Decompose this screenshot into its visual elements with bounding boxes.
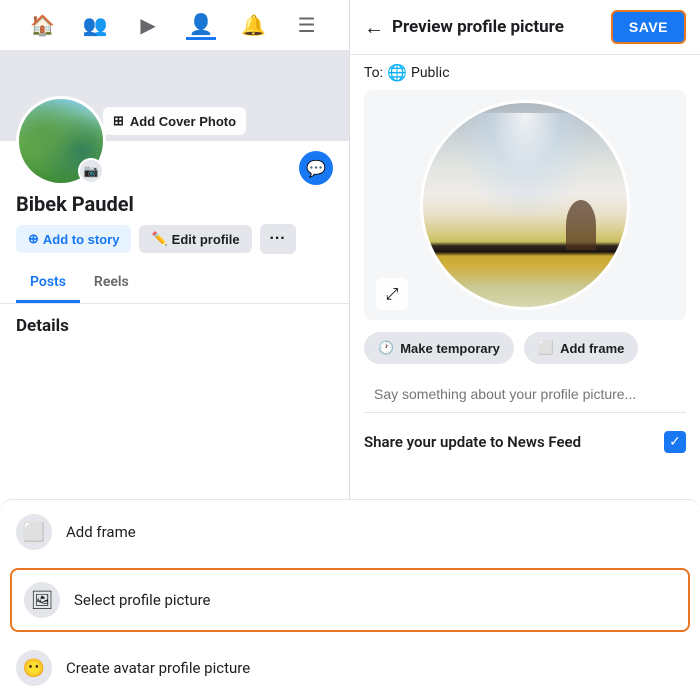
top-nav: 🏠 👥 ▶ 👤 🔔 ☰ bbox=[0, 0, 349, 51]
pencil-icon: ✏️ bbox=[151, 231, 167, 247]
clock-icon: 🕐 bbox=[378, 340, 394, 356]
news-feed-label: Share your update to News Feed bbox=[364, 433, 581, 451]
fountain-spray bbox=[464, 113, 586, 215]
people-silhouette bbox=[566, 200, 596, 250]
add-cover-icon: ⊞ bbox=[113, 113, 124, 129]
more-label: ··· bbox=[270, 230, 286, 247]
visibility-label: Public bbox=[411, 65, 450, 81]
header-left: ← Preview profile picture bbox=[364, 15, 564, 40]
news-feed-checkbox[interactable]: ✓ bbox=[664, 431, 686, 453]
menu-item-add-frame[interactable]: ⬜ Add frame bbox=[0, 500, 350, 564]
picture-icon: 🖼 bbox=[24, 582, 60, 618]
menu-item-select-picture[interactable]: 🖼 Select profile picture bbox=[10, 568, 350, 632]
circle-mask bbox=[420, 100, 630, 310]
more-button[interactable]: ··· bbox=[260, 224, 296, 254]
preview-title: Preview profile picture bbox=[392, 17, 564, 37]
profile-tabs: Posts Reels bbox=[0, 264, 349, 304]
crop-icon[interactable]: ⤢ bbox=[376, 278, 408, 310]
nav-bell-icon[interactable]: 🔔 bbox=[239, 10, 269, 40]
edit-profile-label: Edit profile bbox=[172, 232, 240, 247]
tab-posts[interactable]: Posts bbox=[16, 264, 80, 303]
add-frame-button[interactable]: ⬜ Add frame bbox=[524, 332, 638, 364]
profile-pic-wrapper: 📷 bbox=[16, 96, 106, 186]
camera-icon[interactable]: 📷 bbox=[78, 158, 104, 184]
add-cover-label: Add Cover Photo bbox=[130, 114, 236, 129]
make-temporary-label: Make temporary bbox=[400, 341, 500, 356]
globe-icon: 🌐 bbox=[387, 63, 407, 82]
back-button[interactable]: ← bbox=[364, 15, 384, 40]
details-section: Details bbox=[0, 304, 349, 342]
nav-profile-icon[interactable]: 👤 bbox=[186, 10, 216, 40]
frame-icon: ⬜ bbox=[16, 514, 52, 550]
create-avatar-label: Create avatar profile picture bbox=[66, 659, 250, 677]
nav-friends-icon[interactable]: 👥 bbox=[80, 10, 110, 40]
profile-actions: ⊕ Add to story ✏️ Edit profile ··· bbox=[16, 224, 333, 254]
frame-outline-icon: ⬜ bbox=[538, 340, 554, 356]
left-panel: 🏠 👥 ▶ 👤 🔔 ☰ ⊞ Add Cover Photo 📷 💬 Bibek … bbox=[0, 0, 350, 700]
audience-row: To: 🌐 Public bbox=[350, 55, 700, 90]
profile-name: Bibek Paudel bbox=[16, 192, 333, 216]
add-cover-button[interactable]: ⊞ Add Cover Photo bbox=[103, 107, 246, 135]
edit-profile-button[interactable]: ✏️ Edit profile bbox=[139, 225, 251, 253]
plus-circle-icon: ⊕ bbox=[28, 231, 39, 247]
action-buttons: 🕐 Make temporary ⬜ Add frame bbox=[350, 320, 700, 372]
select-picture-label: Select profile picture bbox=[74, 591, 211, 609]
add-story-label: Add to story bbox=[43, 232, 120, 247]
messenger-icon[interactable]: 💬 bbox=[299, 151, 333, 185]
nav-home-icon[interactable]: 🏠 bbox=[27, 10, 57, 40]
add-frame-label: Add frame bbox=[560, 341, 624, 356]
tab-reels[interactable]: Reels bbox=[80, 264, 143, 303]
caption-input[interactable] bbox=[364, 376, 686, 413]
nav-menu-icon[interactable]: ☰ bbox=[292, 10, 322, 40]
to-label: To: bbox=[364, 65, 383, 81]
add-frame-label: Add frame bbox=[66, 523, 136, 541]
make-temporary-button[interactable]: 🕐 Make temporary bbox=[364, 332, 514, 364]
profile-picture-preview: ⤢ bbox=[364, 90, 686, 320]
save-button[interactable]: SAVE bbox=[611, 10, 686, 44]
profile-area: 📷 💬 Bibek Paudel ⊕ Add to story ✏️ Edit … bbox=[0, 141, 349, 264]
bottom-menu: ⬜ Add frame 🖼 Select profile picture 😶 C… bbox=[0, 499, 350, 700]
add-to-story-button[interactable]: ⊕ Add to story bbox=[16, 225, 131, 253]
right-header: ← Preview profile picture SAVE bbox=[350, 0, 700, 55]
details-label: Details bbox=[16, 316, 69, 336]
menu-item-avatar[interactable]: 😶 Create avatar profile picture bbox=[0, 636, 350, 700]
avatar-icon: 😶 bbox=[16, 650, 52, 686]
news-feed-row: Share your update to News Feed ✓ bbox=[350, 417, 700, 467]
nav-video-icon[interactable]: ▶ bbox=[133, 10, 163, 40]
